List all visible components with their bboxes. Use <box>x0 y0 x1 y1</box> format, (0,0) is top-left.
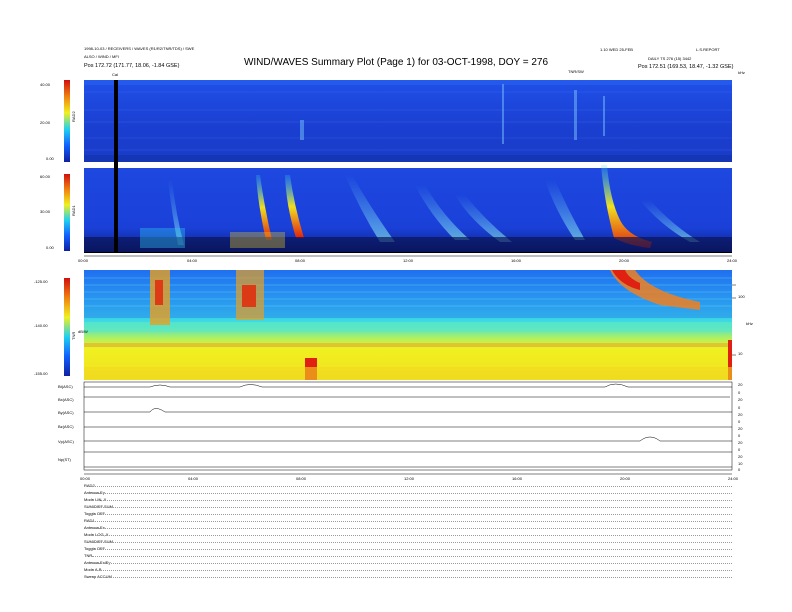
rad2-tick-bottom: 0.00 <box>46 156 54 161</box>
series-label-bx: Bx(ASC) <box>58 397 74 402</box>
bottom-xtick-2: 08:00 <box>296 476 307 481</box>
rad2-tick-mid: 20.00 <box>40 120 51 125</box>
rad2-axis-label: RAD2 <box>71 111 76 122</box>
tnr-colorbar <box>64 278 70 376</box>
cal-marker-band <box>114 80 118 253</box>
field-right-tick: 0 <box>738 467 741 472</box>
field-right-tick: 20 <box>738 412 743 417</box>
field-right-tick: 20 <box>738 382 743 387</box>
bottom-xtick-4: 16:00 <box>512 476 523 481</box>
field-right-tick: 20 <box>738 440 743 445</box>
field-right-tick: 0 <box>738 447 741 452</box>
bottom-xtick-0: 00:00 <box>80 476 91 481</box>
field-panel <box>83 381 733 471</box>
rad1-xtick-0: 00:00 <box>78 258 89 263</box>
rad1-xtick-3: 12:00 <box>403 258 414 263</box>
tnr-tick-bottom: -155.00 <box>34 371 48 376</box>
field-right-tick: 10 <box>738 461 743 466</box>
field-right-tick: 0 <box>738 405 741 410</box>
tnr-freq-unit: kHz <box>746 321 753 326</box>
tnr-panel <box>84 270 732 380</box>
field-right-tick: 0 <box>738 419 741 424</box>
field-right-tick: 20 <box>738 426 743 431</box>
field-right-tick: 0 <box>738 433 741 438</box>
bottom-xtick-3: 12:00 <box>404 476 415 481</box>
rad2-tick-top: 40.00 <box>40 82 51 87</box>
rad2-colorbar <box>64 80 70 162</box>
rad1-tick-mid: 30.00 <box>40 209 51 214</box>
field-right-tick: 20 <box>738 397 743 402</box>
rad1-tick-top: 60.00 <box>40 174 51 179</box>
rad1-axis-label: RAD1 <box>71 205 76 216</box>
rad1-panel <box>84 165 732 253</box>
series-label-vp: Vp(ASC) <box>58 439 74 444</box>
rad1-tick-bottom: 0.00 <box>46 245 54 250</box>
field-right-tick: 0 <box>738 390 741 395</box>
tnr-right-tick-10: 10 <box>738 351 743 356</box>
rad1-xtick-2: 08:00 <box>295 258 306 263</box>
series-label-bt: Bt(ASC) <box>58 384 73 389</box>
tnr-axis-label: TNR <box>71 331 76 340</box>
series-label-np: Np(ST) <box>58 457 71 462</box>
series-label-bz: Bz(ASC) <box>58 424 74 429</box>
rad1-xtick-4: 16:00 <box>511 258 522 263</box>
tnr-tick-top: -125.00 <box>34 279 48 284</box>
bottom-xtick-5: 20:00 <box>620 476 631 481</box>
tnr-power-label: dB/W <box>78 329 88 334</box>
rad1-xtick-5: 20:00 <box>619 258 630 263</box>
rad2-panel <box>84 80 732 162</box>
rad1-xtick-1: 04:00 <box>187 258 198 263</box>
series-label-by: By(ASC) <box>58 410 74 415</box>
field-right-tick: 20 <box>738 454 743 459</box>
tnr-right-tick-100: 100 <box>738 294 745 299</box>
tnr-tick-mid: -140.00 <box>34 323 48 328</box>
settings-row: TNR <box>84 553 93 558</box>
bottom-xtick-1: 04:00 <box>188 476 199 481</box>
rad1-xtick-6: 24:00 <box>727 258 738 263</box>
bottom-xtick-6: 24:00 <box>728 476 739 481</box>
rad1-colorbar <box>64 174 70 251</box>
